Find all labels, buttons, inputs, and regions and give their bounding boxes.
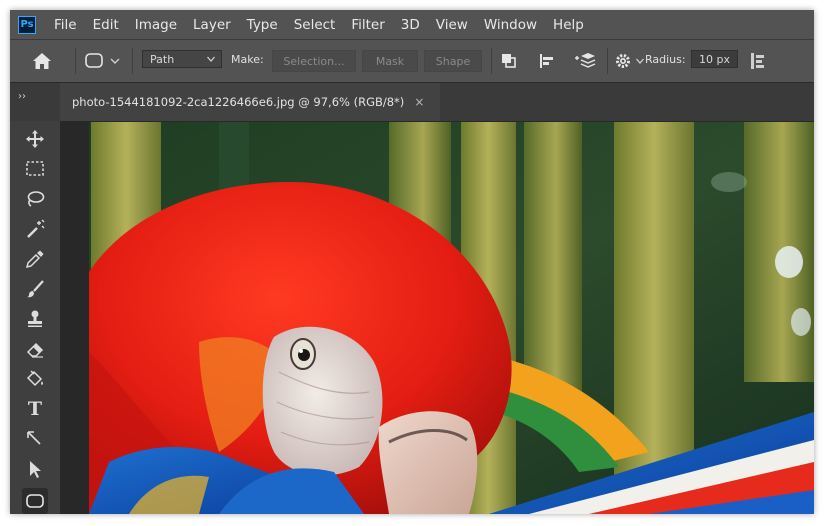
magic-wand-icon	[27, 219, 45, 238]
options-divider	[607, 48, 608, 74]
eraser-icon	[26, 342, 44, 358]
path-arrangement-button[interactable]	[573, 40, 597, 82]
close-icon[interactable]: ×	[414, 95, 424, 109]
brush-icon	[27, 280, 44, 298]
stamp-icon	[28, 310, 42, 327]
options-divider	[491, 48, 492, 74]
menu-bar: Ps File Edit Image Layer Type Select Fil…	[10, 10, 814, 39]
type-tool[interactable]: T	[22, 396, 48, 422]
make-mask-button[interactable]: Mask	[362, 50, 418, 72]
options-divider	[132, 48, 133, 74]
tools-panel: T	[10, 121, 60, 514]
align-edges-icon	[751, 53, 764, 69]
menu-select[interactable]: Select	[286, 17, 344, 33]
options-bar: Path Make: Selection... Mask Shape Radiu…	[10, 39, 814, 83]
make-selection-button[interactable]: Selection...	[272, 50, 356, 72]
rounded-rectangle-preset-icon	[85, 53, 103, 68]
marquee-icon	[26, 161, 44, 176]
menu-3d[interactable]: 3D	[393, 17, 428, 33]
make-label: Make:	[231, 53, 264, 66]
tool-mode-select[interactable]: Path	[142, 50, 222, 68]
chevron-down-icon	[110, 58, 120, 64]
eyedropper-tool[interactable]	[22, 246, 48, 272]
menu-edit[interactable]: Edit	[85, 17, 127, 33]
gear-icon	[616, 54, 630, 68]
move-tool[interactable]	[22, 126, 48, 152]
document-tab[interactable]: photo-1544181092-2ca1226466e6.jpg @ 97,6…	[60, 83, 440, 121]
path-operations-icon	[502, 54, 516, 68]
macaw-photo	[89, 122, 814, 514]
menu-image[interactable]: Image	[127, 17, 185, 33]
magic-wand-tool[interactable]	[22, 216, 48, 242]
options-divider	[75, 48, 76, 74]
chevron-down-icon	[207, 56, 215, 62]
path-selection-tool[interactable]	[22, 456, 48, 482]
align-edges-button[interactable]	[750, 40, 766, 82]
home-icon	[33, 53, 51, 69]
radius-label: Radius:	[645, 53, 686, 66]
type-icon: T	[27, 398, 43, 420]
paint-bucket-icon	[26, 370, 43, 387]
path-arrangement-icon	[575, 53, 596, 68]
rounded-rectangle-icon	[26, 494, 44, 508]
paint-bucket-tool[interactable]	[22, 366, 48, 392]
collapse-panels-button[interactable]: ››	[18, 91, 26, 102]
menu-window[interactable]: Window	[476, 17, 545, 33]
menu-type[interactable]: Type	[239, 17, 286, 33]
path-alignment-button[interactable]	[537, 40, 557, 82]
stamp-tool[interactable]	[22, 306, 48, 332]
menu-layer[interactable]: Layer	[185, 17, 239, 33]
marquee-tool[interactable]	[22, 156, 48, 182]
tool-mode-value: Path	[150, 52, 175, 66]
menu-view[interactable]: View	[428, 17, 476, 33]
menu-file[interactable]: File	[46, 17, 85, 33]
home-button[interactable]	[32, 40, 52, 82]
lasso-tool[interactable]	[22, 186, 48, 212]
eraser-tool[interactable]	[22, 336, 48, 362]
radius-input[interactable]: 10 px	[691, 50, 738, 68]
photoshop-window: Ps File Edit Image Layer Type Select Fil…	[10, 10, 814, 514]
rounded-rectangle-tool[interactable]	[22, 488, 48, 514]
tool-preset-picker[interactable]	[84, 40, 120, 82]
geometry-settings-button[interactable]	[614, 40, 644, 82]
document-canvas[interactable]	[89, 122, 814, 514]
brush-tool[interactable]	[22, 276, 48, 302]
eyedropper-icon	[25, 250, 44, 269]
menu-help[interactable]: Help	[545, 17, 592, 33]
move-icon	[26, 130, 44, 148]
lasso-icon	[27, 191, 45, 207]
document-tab-title: photo-1544181092-2ca1226466e6.jpg @ 97,6…	[72, 95, 405, 109]
path-alignment-icon	[540, 54, 553, 68]
pen-icon	[27, 431, 41, 445]
path-operations-button[interactable]	[499, 40, 519, 82]
document-tab-row: ›› photo-1544181092-2ca1226466e6.jpg @ 9…	[10, 83, 814, 121]
direct-select-arrow-icon	[30, 461, 41, 478]
pen-tool[interactable]	[22, 426, 48, 452]
photoshop-logo: Ps	[18, 15, 36, 34]
chevron-down-icon	[636, 58, 644, 64]
make-shape-button[interactable]: Shape	[424, 50, 482, 72]
menu-filter[interactable]: Filter	[343, 17, 392, 33]
